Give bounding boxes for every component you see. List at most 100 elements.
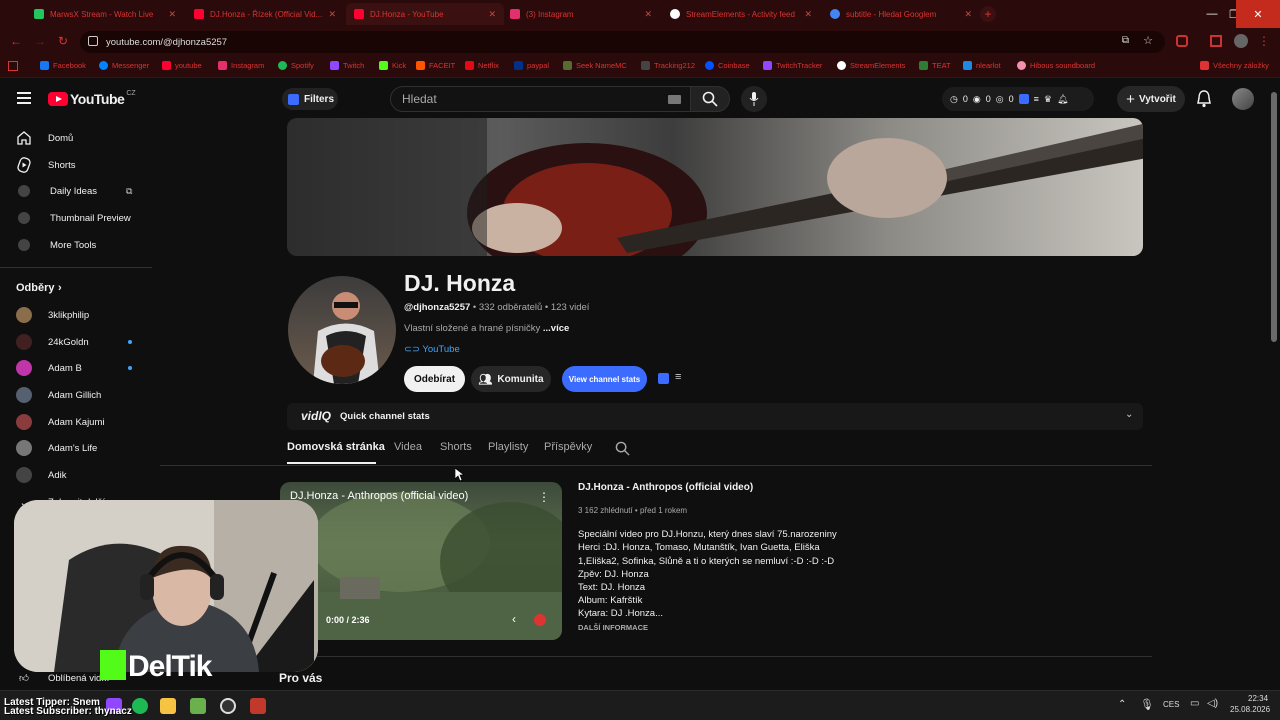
- video-more-options-icon[interactable]: ⋮: [538, 490, 550, 504]
- window-close-button[interactable]: ✕: [1236, 0, 1280, 28]
- description-more-link[interactable]: ...více: [543, 323, 569, 334]
- hamburger-menu-icon[interactable]: [17, 92, 31, 104]
- file-explorer-icon[interactable]: [160, 698, 176, 714]
- tab-posts[interactable]: Příspěvky: [544, 441, 592, 453]
- url-field[interactable]: youtube.com/@djhonza5257 ⧉ ☆: [80, 31, 1165, 53]
- channel-avatar-large[interactable]: [288, 276, 396, 384]
- bookmark-item[interactable]: Spotify: [278, 61, 314, 70]
- back-icon[interactable]: ←: [10, 34, 22, 48]
- bookmark-item[interactable]: Coinbase: [705, 61, 750, 70]
- tab-shorts[interactable]: Shorts: [440, 441, 472, 453]
- bookmark-item[interactable]: Facebook: [40, 61, 86, 70]
- close-icon[interactable]: ✕: [638, 9, 652, 20]
- browser-tab[interactable]: (3) Instagram ✕: [502, 3, 660, 25]
- subscribe-button[interactable]: Odebírat: [404, 366, 465, 392]
- vidiq-stats-bar[interactable]: ◷ 0 ◉ 0 ◎ 0 ≡ ♛ 🔔︎: [942, 87, 1094, 111]
- bookmark-star-icon[interactable]: ☆: [1143, 34, 1153, 47]
- close-icon[interactable]: ✕: [798, 9, 812, 20]
- bookmark-item[interactable]: paypal: [514, 61, 549, 70]
- search-input[interactable]: Hledat: [390, 86, 692, 112]
- network-icon[interactable]: ▭: [1190, 698, 1199, 709]
- bookmark-item[interactable]: Messenger: [99, 61, 149, 70]
- bookmark-item[interactable]: Twitch: [330, 61, 364, 70]
- voice-search-button[interactable]: [741, 86, 767, 112]
- subscription-item[interactable]: Adam B: [0, 355, 155, 381]
- extension-icon[interactable]: [1210, 35, 1222, 47]
- view-channel-stats-button[interactable]: View channel stats: [562, 366, 647, 392]
- sidebar-item-home[interactable]: Domů: [0, 125, 155, 151]
- new-tab-button[interactable]: +: [980, 6, 996, 22]
- sidebar-item-shorts[interactable]: Shorts: [0, 152, 155, 178]
- subscription-item[interactable]: Adam Gillich: [0, 382, 155, 408]
- sidebar-item-more-tools[interactable]: More Tools: [0, 232, 155, 258]
- bookmark-item[interactable]: nlearlot: [963, 61, 1001, 70]
- youtube-logo[interactable]: YouTube CZ: [48, 90, 136, 107]
- bookmark-item[interactable]: StreamElements: [837, 61, 905, 70]
- record-icon[interactable]: [534, 614, 546, 626]
- browser-tab[interactable]: MarwsX Stream - Watch Live ✕: [26, 3, 184, 25]
- subscription-item[interactable]: 3klikphilip: [0, 302, 155, 328]
- browser-tab[interactable]: StreamElements - Activity feed ✕: [662, 3, 820, 25]
- apps-grid-icon[interactable]: [8, 61, 18, 71]
- browser-tab[interactable]: DJ.Honza - Řízek (Official Vid... ✕: [186, 3, 344, 25]
- subscription-item[interactable]: Adik: [0, 462, 155, 488]
- search-button[interactable]: [690, 86, 730, 112]
- chevron-left-icon[interactable]: ‹: [512, 612, 516, 626]
- tab-videos[interactable]: Videa: [394, 441, 422, 453]
- create-button[interactable]: + Vytvořit: [1117, 86, 1185, 112]
- page-scrollbar[interactable]: [1270, 80, 1278, 686]
- vidiq-quick-stats-bar[interactable]: vidIQ Quick channel stats ⌄: [287, 403, 1143, 430]
- channel-link[interactable]: ⊂⊃ YouTube: [404, 344, 460, 355]
- browser-tab-active[interactable]: DJ.Honza - YouTube ✕: [346, 3, 504, 25]
- vidiq-filters-button[interactable]: Filters: [282, 88, 338, 110]
- brave-browser-icon[interactable]: [250, 698, 266, 714]
- clock-date[interactable]: 25.08.2026: [1230, 705, 1270, 714]
- subscription-item[interactable]: 24kGoldn: [0, 329, 155, 355]
- subscription-item[interactable]: Adam's Life: [0, 435, 155, 461]
- clock-time[interactable]: 22:34: [1248, 694, 1268, 703]
- close-icon[interactable]: ✕: [958, 9, 972, 20]
- browser-tab[interactable]: subtitle - Hledat Googlem ✕: [822, 3, 980, 25]
- scrollbar-thumb[interactable]: [1271, 92, 1277, 342]
- bookmark-item[interactable]: Hibous soundboard: [1017, 61, 1095, 70]
- account-avatar[interactable]: [1232, 88, 1254, 110]
- tab-home[interactable]: Domovská stránka: [287, 441, 385, 453]
- bookmark-item[interactable]: youtube: [162, 61, 202, 70]
- volume-tray-icon[interactable]: ◁): [1207, 698, 1218, 709]
- browser-menu-icon[interactable]: ⋮: [1258, 34, 1270, 48]
- bookmark-item[interactable]: Tracking212: [641, 61, 695, 70]
- subscriptions-header[interactable]: Odběry ›: [0, 275, 155, 301]
- bookmark-item[interactable]: Instagram: [218, 61, 264, 70]
- bookmark-item[interactable]: FACEIT: [416, 61, 455, 70]
- bookmark-item[interactable]: Seek NameMC: [563, 61, 627, 70]
- bookmark-item[interactable]: Netflix: [465, 61, 499, 70]
- bookmark-item[interactable]: TEAT: [919, 61, 951, 70]
- featured-video-player[interactable]: DJ.Honza - Anthropos (official video) ⋮ …: [280, 482, 562, 640]
- obs-icon[interactable]: [220, 698, 236, 714]
- close-icon[interactable]: ✕: [162, 9, 176, 20]
- profile-avatar[interactable]: [1234, 34, 1248, 48]
- close-icon[interactable]: ✕: [482, 9, 496, 20]
- channel-search-button[interactable]: [615, 441, 630, 461]
- community-button[interactable]: 👥︎ Komunita: [471, 366, 551, 392]
- vidiq-icon[interactable]: [658, 373, 669, 384]
- more-info-link[interactable]: DALŠÍ INFORMACE: [578, 623, 648, 632]
- language-indicator[interactable]: CES: [1163, 700, 1179, 709]
- chevron-up-icon[interactable]: ⌃: [1118, 699, 1126, 710]
- bookmark-item[interactable]: Kick: [379, 61, 406, 70]
- chevron-down-icon[interactable]: ⌄: [1125, 409, 1133, 420]
- close-icon[interactable]: ✕: [322, 9, 336, 20]
- subscription-item[interactable]: Adam Kajumi: [0, 409, 155, 435]
- keyboard-icon[interactable]: [668, 95, 681, 104]
- all-bookmarks-item[interactable]: Všechny záložky: [1200, 61, 1269, 70]
- featured-video-title[interactable]: DJ.Honza - Anthropos (official video): [578, 482, 753, 493]
- bookmark-item[interactable]: TwitchTracker: [763, 61, 822, 70]
- tab-playlists[interactable]: Playlisty: [488, 441, 528, 453]
- reload-icon[interactable]: ↻: [58, 34, 68, 48]
- menu-list-icon[interactable]: ≡: [675, 371, 681, 383]
- extension-icon[interactable]: [1176, 35, 1188, 47]
- sidebar-item-thumbnail-preview[interactable]: Thumbnail Preview: [0, 205, 155, 231]
- notifications-button[interactable]: [1196, 90, 1212, 113]
- sidebar-item-daily-ideas[interactable]: Daily Ideas ⧉: [0, 178, 155, 204]
- install-app-icon[interactable]: ⧉: [1122, 35, 1129, 46]
